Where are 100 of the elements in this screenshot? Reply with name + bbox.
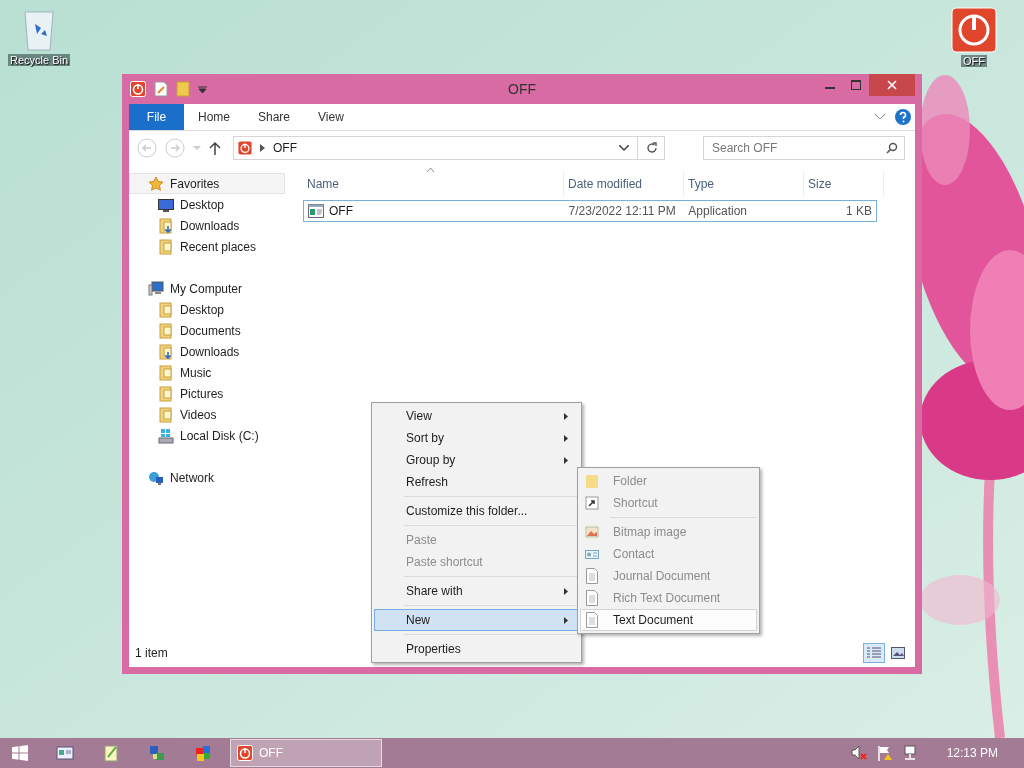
windows-logo-icon[interactable] — [12, 745, 28, 761]
power-icon[interactable] — [130, 81, 146, 97]
disk-icon — [158, 427, 174, 444]
menu-item[interactable]: Refresh — [374, 471, 579, 493]
nav-label: Local Disk (C:) — [180, 428, 259, 443]
search-field[interactable]: Search OFF — [703, 136, 905, 160]
address-path: OFF — [273, 141, 297, 155]
menu-item[interactable]: Customize this folder... — [374, 500, 579, 522]
power-icon — [237, 745, 253, 761]
menu-item[interactable]: Sort by — [374, 427, 579, 449]
folder-icon — [158, 301, 174, 318]
muted-speaker-icon[interactable] — [850, 745, 867, 761]
recycle-bin-icon[interactable] — [21, 8, 57, 52]
column-label: Name — [307, 177, 339, 191]
power-icon[interactable] — [951, 7, 997, 53]
folder-icon — [158, 217, 174, 234]
desktop-icon-label[interactable]: Recycle Bin — [7, 54, 71, 66]
nav-item[interactable]: Downloads — [129, 215, 285, 236]
size-cell-text: 1 KB — [845, 203, 873, 220]
power-icon — [238, 141, 252, 155]
column-header[interactable]: Date modified — [564, 171, 684, 197]
nav-label: Music — [180, 365, 212, 380]
menu-item[interactable]: Share with — [374, 580, 579, 602]
nav-item[interactable]: Network — [129, 467, 285, 488]
nav-label: Desktop — [180, 197, 225, 212]
ribbon-tab[interactable]: View — [304, 104, 358, 130]
address-bar[interactable]: OFF — [233, 136, 665, 160]
menu-item[interactable]: Group by — [374, 449, 579, 471]
nav-label: Favorites — [170, 176, 220, 191]
nav-item[interactable]: Desktop — [129, 299, 285, 320]
nav-item[interactable]: Recent places — [129, 236, 285, 257]
column-label: Type — [688, 177, 714, 191]
folder-icon — [158, 364, 174, 381]
refresh-icon[interactable] — [646, 142, 658, 154]
menu-item[interactable]: Text Document — [580, 609, 757, 631]
clock[interactable]: 12:13 PM — [946, 746, 998, 760]
folder-icon — [158, 322, 174, 339]
column-label: Size — [808, 177, 832, 191]
network-icon[interactable] — [902, 745, 919, 761]
image-icon — [585, 524, 599, 540]
close-button[interactable] — [869, 74, 915, 96]
expand-ribbon-icon[interactable] — [875, 114, 885, 120]
network-icon[interactable] — [148, 744, 166, 762]
shortcut-icon — [585, 495, 599, 511]
maximize-icon — [851, 80, 861, 90]
notepad-icon[interactable] — [102, 744, 120, 762]
flag-icon[interactable] — [876, 745, 893, 761]
desktop-icon-label[interactable]: OFF — [961, 55, 987, 67]
nav-item[interactable]: Videos — [129, 404, 285, 425]
nav-item[interactable]: My Computer — [129, 278, 285, 299]
window-icon[interactable] — [56, 744, 74, 762]
nav-label: Documents — [180, 323, 241, 338]
file-name: OFF — [329, 204, 353, 218]
computer-icon — [148, 280, 164, 297]
search-icon — [886, 142, 898, 154]
help-icon[interactable] — [895, 109, 911, 125]
nav-label: Recent places — [180, 239, 257, 254]
menu-item[interactable]: View — [374, 405, 579, 427]
type-cell-text: Application — [687, 203, 749, 220]
nav-item[interactable]: Pictures — [129, 383, 285, 404]
dropdown-icon[interactable] — [198, 85, 207, 93]
nav-label: Desktop — [180, 302, 225, 317]
minimize-icon — [825, 87, 835, 89]
folder-icon — [585, 473, 599, 489]
nav-label: Pictures — [180, 386, 224, 401]
star-icon — [148, 175, 164, 192]
application-icon — [308, 204, 324, 218]
nav-item[interactable]: Music — [129, 362, 285, 383]
column-label: Date modified — [568, 177, 643, 191]
nav-item[interactable]: Local Disk (C:) — [129, 425, 285, 446]
date-cell-text: 7/23/2022 12:11 PM — [567, 203, 677, 220]
up-icon[interactable] — [209, 141, 221, 155]
document-icon — [585, 590, 599, 606]
nav-label: My Computer — [170, 281, 243, 296]
document-icon[interactable] — [154, 81, 168, 97]
document-icon — [585, 568, 599, 584]
nav-item[interactable]: Favorites — [129, 173, 285, 194]
item-count: 1 item — [135, 646, 168, 660]
folder-icon — [158, 406, 174, 423]
nav-label: Downloads — [180, 344, 240, 359]
ribbon-tab[interactable]: Home — [184, 104, 244, 130]
column-header[interactable]: Name — [303, 171, 564, 197]
paint-icon[interactable] — [194, 744, 212, 762]
dropdown-icon[interactable] — [619, 145, 629, 151]
nav-label: Downloads — [180, 218, 240, 233]
close-icon — [887, 80, 897, 90]
window-title: OFF — [507, 81, 537, 97]
menu-item[interactable]: Properties — [374, 638, 579, 660]
folder-icon — [158, 238, 174, 255]
file-row[interactable]: OFF 7/23/2022 12:11 PM Application 1 KB — [303, 200, 877, 222]
document-icon — [585, 612, 599, 628]
folder-icon — [158, 385, 174, 402]
file-tab[interactable]: File — [129, 104, 184, 130]
column-header[interactable]: Type — [684, 171, 804, 197]
column-header[interactable]: Size — [804, 171, 884, 197]
menu-item[interactable]: New — [374, 609, 579, 631]
ribbon-tab[interactable]: Share — [244, 104, 305, 130]
nav-item[interactable]: Desktop — [129, 194, 285, 215]
nav-item[interactable]: Documents — [129, 320, 285, 341]
nav-item[interactable]: Downloads — [129, 341, 285, 362]
